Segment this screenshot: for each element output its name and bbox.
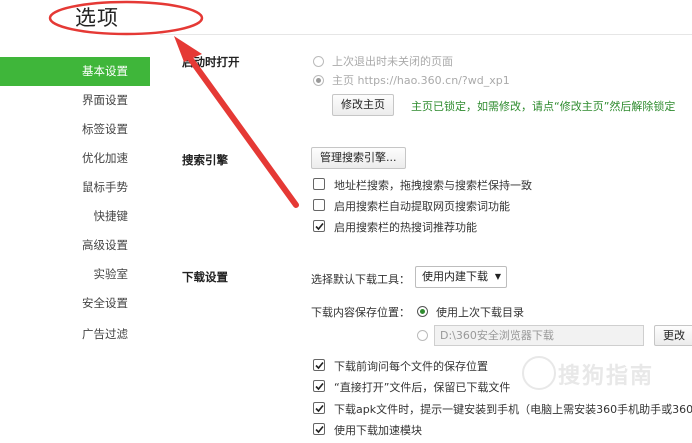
- annotation-overlay: [48, 0, 299, 208]
- annotation-ellipse: [48, 0, 204, 36]
- annotation-arrowhead: [174, 36, 202, 62]
- annotation-arrow: [181, 47, 299, 208]
